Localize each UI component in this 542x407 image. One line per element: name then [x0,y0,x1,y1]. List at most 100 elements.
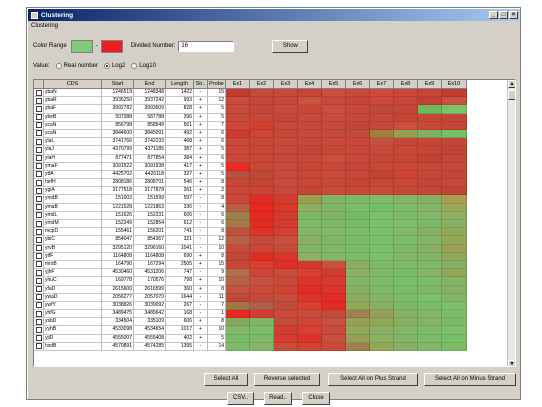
column-header[interactable]: Ex3 [274,80,298,89]
table-row[interactable]: yjiD 4555007 4555408 402 +5 [34,334,467,343]
vertical-scrollbar[interactable]: ▲ ▼ [507,80,515,366]
column-header[interactable]: Ex7 [370,80,394,89]
row-checkbox[interactable] [35,114,42,121]
table-row[interactable]: hefH 2808186 2808701 546 +8 [34,179,467,188]
divided-number-input[interactable]: 16 [178,40,235,52]
table-row[interactable]: mcpD 155461 156201 741-8 [34,228,467,237]
table-row[interactable]: ybiC 854047 854367 321-12 [34,236,467,245]
scroll-thumb[interactable] [508,90,515,100]
row-checkbox[interactable] [35,318,42,325]
row-checkbox[interactable] [35,286,42,292]
row-checkbox[interactable] [35,294,42,301]
table-row[interactable]: ymdM 152249 152854 612-6 [34,220,467,229]
row-checkbox[interactable] [35,122,42,129]
row-checkbox[interactable] [35,171,42,178]
table-row[interactable]: ymaB 1221528 1221863 336-4 [34,203,467,212]
table-row[interactable]: yhuC 169778 170576 798 +10 [34,277,467,286]
table-row[interactable]: ycaN 3844600 3845091 492 +6 [34,129,467,139]
column-header[interactable]: CDS [44,80,102,89]
table-row[interactable]: ymdB 151003 151599 597-8 [34,195,467,204]
scroll-down-arrow-icon[interactable]: ▼ [508,360,515,366]
row-checkbox[interactable] [35,220,42,227]
table-row[interactable]: ybaR 3936250 3937242 993 +12 [34,97,467,106]
select-all-plus-strand-button[interactable]: Select All on Plus Strand [328,373,418,386]
table-row[interactable]: ymaF 3091522 3091938 417 +5 [34,162,467,171]
row-checkbox[interactable] [35,310,42,317]
table-row[interactable]: ygiA 3177518 3177878 261 +2 [34,187,467,196]
row-checkbox[interactable] [35,179,42,186]
select-all-minus-strand-button[interactable]: Select All on Minus Strand [424,373,516,386]
row-checkbox[interactable] [35,138,42,145]
csv-button[interactable]: CSV.. [227,392,254,405]
row-checkbox[interactable] [35,326,42,333]
column-header[interactable]: Start [102,80,134,89]
row-checkbox[interactable] [35,228,42,235]
table-row[interactable]: ycaN 856798 858548 561 +7 [34,121,467,130]
table-row[interactable]: ytfF 1164808 1164808 690 +8 [34,252,467,261]
row-checkbox[interactable] [35,343,42,350]
table-row[interactable]: ywfY 3038826 3039092 267-7 [34,301,467,311]
table-row[interactable]: ybeB 507388 587788 396 +5 [34,113,467,122]
column-header[interactable]: Ex4 [298,80,322,89]
table-row[interactable]: yyhB 4533098 4534654 1017 +10 [34,326,467,335]
scroll-up-arrow-icon[interactable]: ▲ [508,80,515,88]
radio-log2[interactable] [103,63,110,69]
column-header[interactable]: Ex5 [322,80,346,89]
close-button[interactable]: Close [302,392,330,405]
column-header[interactable] [34,80,44,89]
table-row[interactable]: ybaF 3992782 3993609 828 +5 [34,105,467,114]
row-checkbox[interactable] [35,204,42,211]
radio-real-number[interactable] [55,63,62,69]
table-row[interactable]: ylaJ 4370799 4371185 387 +5 [34,146,467,155]
select-all-button[interactable]: Select All [204,373,248,386]
close-window-button[interactable]: × [509,11,518,19]
row-checkbox[interactable] [35,97,42,104]
radio-log10[interactable] [131,63,138,69]
row-checkbox[interactable] [35,302,42,309]
row-checkbox[interactable] [35,253,42,260]
row-checkbox[interactable] [35,130,42,137]
column-header[interactable]: Ex10 [442,80,467,89]
row-checkbox[interactable] [35,187,42,194]
reverse-selected-button[interactable]: Reverse selected [254,373,320,386]
row-checkbox[interactable] [35,163,42,170]
column-header[interactable]: Str.. [194,80,208,89]
maximize-button[interactable]: □ [499,11,508,19]
table-row[interactable]: ywaD 2056277 2057070 1644-11 [34,293,467,302]
column-header[interactable]: Ex8 [394,80,418,89]
row-checkbox[interactable] [35,277,42,284]
row-checkbox[interactable] [35,261,42,268]
table-row[interactable]: yjhF 4530460 4531206 747-9 [34,269,467,278]
table-row[interactable]: yfaD 2615600 2616599 360 +8 [34,285,467,294]
read-button[interactable]: Read.. [264,392,292,405]
row-checkbox[interactable] [35,105,42,112]
row-checkbox[interactable] [35,212,42,219]
column-header[interactable]: Ex1 [226,80,250,89]
column-header[interactable]: Ex9 [418,80,442,89]
table-row[interactable]: ylaL 3741766 3742233 468 +6 [34,138,467,147]
low-color-swatch[interactable] [70,39,93,53]
row-checkbox[interactable] [35,155,42,161]
table-row[interactable]: hsdB 4570891 4574285 1395-14 [34,342,467,351]
table-row[interactable]: mrsB 164790 167294 2505 +15 [34,260,467,270]
column-header[interactable]: Length [166,80,194,89]
high-color-swatch[interactable] [100,39,123,53]
menu-clustering[interactable]: Clustering [31,23,58,29]
row-checkbox[interactable] [35,195,42,202]
table-row[interactable]: ytfA 4425702 4426118 327 +5 [34,170,467,180]
row-checkbox[interactable] [35,146,42,153]
column-header[interactable]: Ex6 [346,80,370,89]
minimize-button[interactable]: _ [489,11,498,19]
row-checkbox[interactable] [35,89,42,96]
row-checkbox[interactable] [35,245,42,252]
table-row[interactable]: ybaN 1246519 1248348 1422-15 [34,89,467,98]
column-header[interactable]: Ex2 [250,80,274,89]
column-header[interactable]: End [134,80,166,89]
row-checkbox[interactable] [35,236,42,243]
table-row[interactable]: ysbD 334504 335109 606 +8 [34,318,467,327]
row-checkbox[interactable] [35,335,42,342]
row-checkbox[interactable] [35,269,42,276]
column-header[interactable]: Probe [208,80,226,89]
show-button[interactable]: Show [272,39,309,53]
table-row[interactable]: ymdL 151626 152231 606-6 [34,211,467,220]
